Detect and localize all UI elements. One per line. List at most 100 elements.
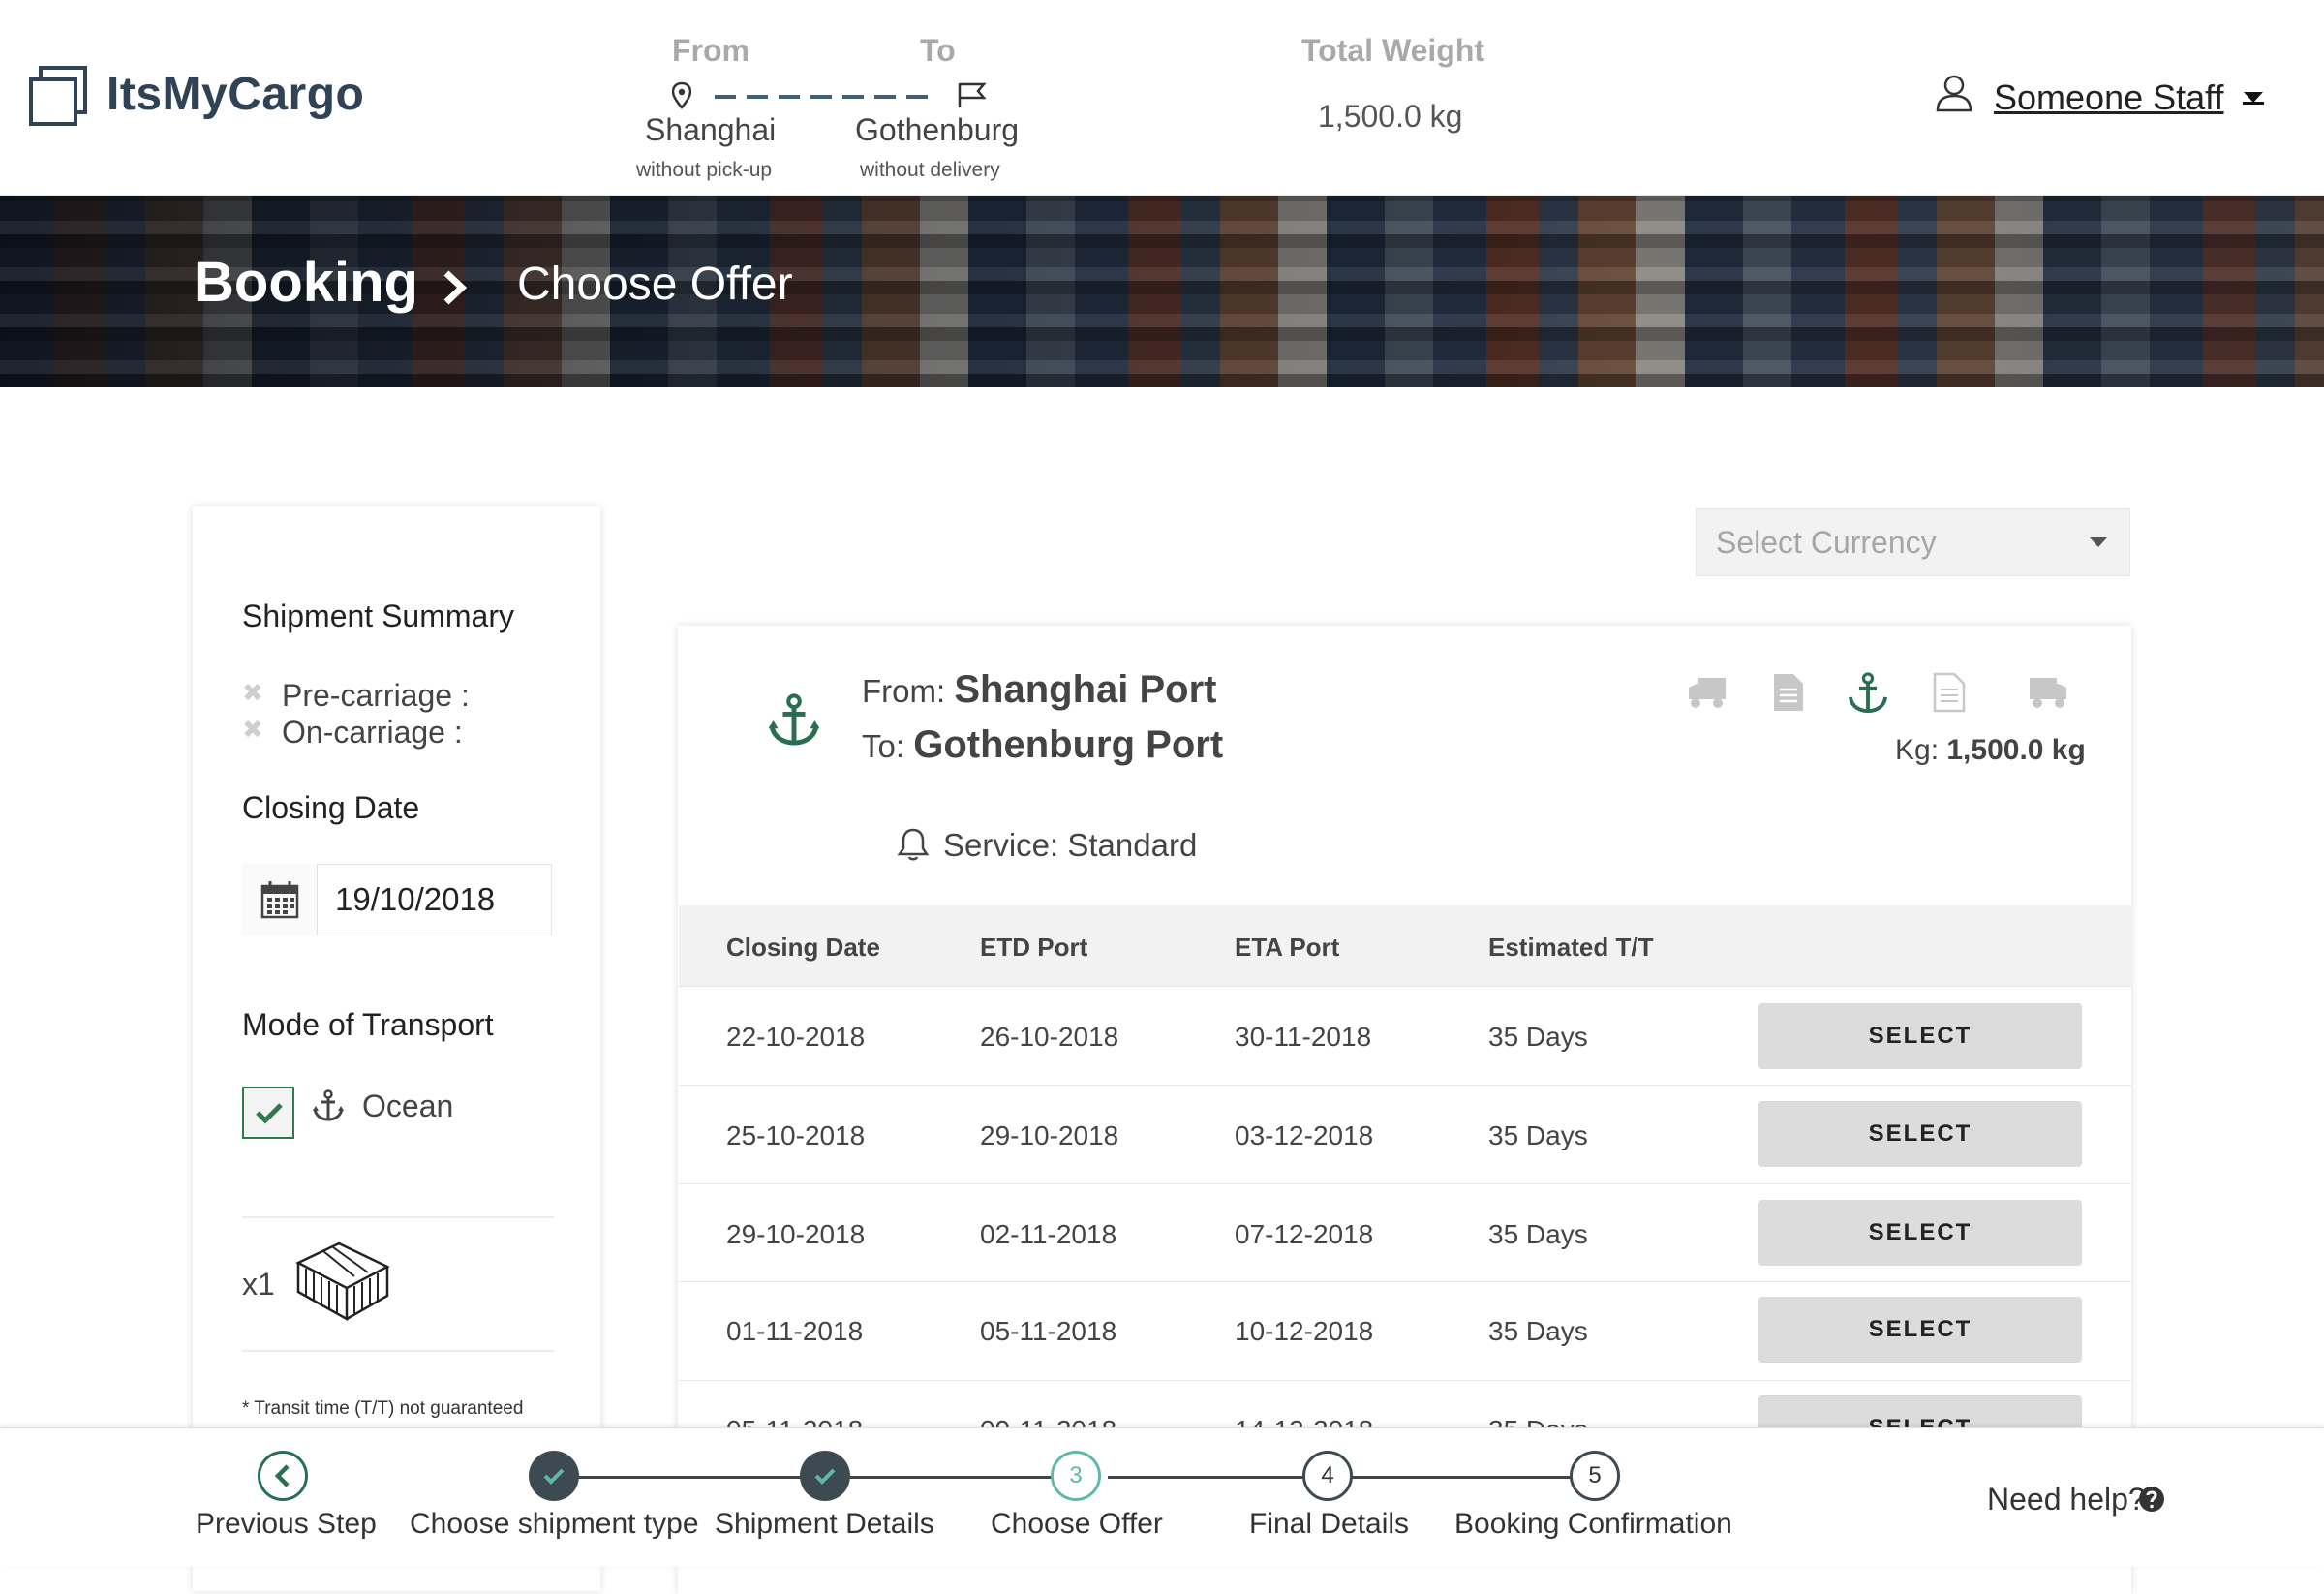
check-icon	[543, 1468, 565, 1485]
step-number: 4	[1321, 1462, 1334, 1488]
anchor-icon	[768, 693, 820, 746]
ocean-checkbox[interactable]	[242, 1087, 294, 1139]
select-offer-button[interactable]: SELECT	[1758, 1101, 2082, 1167]
currency-placeholder[interactable]: Select Currency	[1716, 525, 1937, 561]
select-offer-button[interactable]: SELECT	[1758, 1297, 2082, 1363]
chevron-left-icon	[274, 1464, 290, 1487]
cell-tt: 35 Days	[1488, 1120, 1588, 1150]
from-note: without pick-up	[636, 159, 773, 181]
cell-eta: 10-12-2018	[1235, 1316, 1374, 1346]
offer-to: To: Gothenburg Port	[862, 723, 1223, 767]
flag-icon	[958, 82, 987, 107]
step-label: Final Details	[1249, 1508, 1410, 1540]
select-offer-button[interactable]: SELECT	[1758, 1200, 2082, 1266]
total-weight-label: Total Weight	[1301, 33, 1485, 68]
row-divider	[679, 1183, 2131, 1184]
from-prefix: From:	[862, 673, 946, 709]
step-label[interactable]: Choose shipment type	[410, 1508, 699, 1541]
cell-closing: 29-10-2018	[726, 1219, 866, 1249]
cell-tt: 35 Days	[1488, 1219, 1588, 1249]
divider	[242, 1216, 554, 1218]
caret-down-icon[interactable]	[2243, 91, 2264, 105]
cell-tt: 35 Days	[1488, 1022, 1588, 1052]
previous-step-button[interactable]	[258, 1451, 308, 1501]
logo-text[interactable]: ItsMyCargo	[107, 68, 364, 121]
truck-icon	[1689, 678, 1726, 708]
close-icon: ✖	[242, 715, 263, 744]
divider	[242, 1350, 554, 1352]
row-divider	[679, 1085, 2131, 1086]
check-icon	[814, 1468, 836, 1485]
breadcrumb-choose-offer: Choose Offer	[517, 259, 793, 310]
cell-etd: 05-11-2018	[980, 1316, 1117, 1346]
anchor-icon	[1848, 672, 1888, 714]
from-city: Shanghai	[645, 112, 777, 147]
help-icon[interactable]	[2138, 1486, 2165, 1513]
step-connector	[579, 1476, 821, 1479]
cell-closing: 22-10-2018	[726, 1022, 866, 1052]
cell-etd: 29-10-2018	[980, 1120, 1119, 1150]
top-header: ItsMyCargo From To Shanghai Gothenburg w…	[0, 0, 2324, 196]
from-port: Shanghai Port	[954, 668, 1217, 711]
step-connector	[1108, 1476, 1311, 1479]
to-port: Gothenburg Port	[913, 723, 1224, 766]
dropdown-caret-icon[interactable]	[2089, 536, 2108, 548]
step-connector	[850, 1476, 1079, 1479]
cell-eta: 30-11-2018	[1235, 1022, 1372, 1052]
document-outline-icon	[1933, 672, 1966, 713]
step-shipment-details[interactable]	[800, 1451, 850, 1501]
document-icon	[1774, 674, 1803, 711]
step-final-details: 4	[1302, 1451, 1353, 1501]
summary-title: Shipment Summary	[242, 598, 514, 633]
service-level: Service: Standard	[943, 827, 1198, 863]
step-booking-confirmation: 5	[1570, 1451, 1620, 1501]
cell-closing: 01-11-2018	[726, 1316, 864, 1346]
col-eta-port: ETA Port	[1235, 933, 1340, 962]
previous-step-label[interactable]: Previous Step	[196, 1508, 377, 1541]
cell-tt: 35 Days	[1488, 1316, 1588, 1346]
cell-etd: 26-10-2018	[980, 1022, 1119, 1052]
kg-prefix: Kg:	[1895, 734, 1940, 766]
to-note: without delivery	[860, 159, 1000, 181]
user-icon	[1936, 75, 1972, 112]
bell-icon	[897, 828, 930, 861]
pre-carriage: Pre-carriage :	[282, 678, 470, 713]
step-choose-offer: 3	[1051, 1451, 1101, 1501]
select-offer-button[interactable]: SELECT	[1758, 1003, 2082, 1069]
truck-icon	[2030, 678, 2066, 708]
chevron-right-icon	[443, 270, 468, 305]
step-connector	[1340, 1476, 1596, 1479]
map-pin-icon	[672, 81, 691, 109]
transit-disclaimer: * Transit time (T/T) not guaranteed	[242, 1398, 524, 1419]
col-etd-port: ETD Port	[980, 933, 1088, 962]
step-label: Choose Offer	[991, 1508, 1163, 1540]
close-icon: ✖	[242, 678, 263, 707]
closing-date-title: Closing Date	[242, 790, 420, 825]
need-help-link[interactable]: Need help?	[1987, 1482, 2146, 1517]
closing-date-value[interactable]: 19/10/2018	[335, 881, 495, 918]
cell-eta: 07-12-2018	[1235, 1219, 1374, 1249]
step-number: 3	[1069, 1462, 1083, 1488]
to-prefix: To:	[862, 728, 905, 764]
calendar-icon-cell[interactable]	[242, 864, 318, 935]
offer-weight: Kg: 1,500.0 kg	[1895, 734, 2086, 767]
calendar-icon	[260, 881, 299, 919]
route-dashed-line	[715, 95, 930, 99]
col-closing-date: Closing Date	[726, 933, 880, 962]
breadcrumb-booking: Booking	[194, 251, 418, 314]
on-carriage: On-carriage :	[282, 715, 463, 750]
mode-of-transport-title: Mode of Transport	[242, 1007, 494, 1042]
col-estimated-tt: Estimated T/T	[1488, 933, 1654, 962]
booking-stepper	[0, 1427, 2324, 1567]
to-city: Gothenburg	[855, 112, 1020, 147]
logo-icon	[29, 66, 87, 126]
row-divider	[679, 1380, 2131, 1381]
cargo-quantity: x1	[242, 1267, 275, 1302]
user-menu[interactable]: Someone Staff	[1994, 77, 2224, 118]
to-label: To	[920, 33, 956, 68]
step-choose-shipment-type[interactable]	[529, 1451, 579, 1501]
step-label[interactable]: Shipment Details	[715, 1508, 934, 1541]
cell-eta: 03-12-2018	[1235, 1120, 1374, 1150]
container-icon	[295, 1241, 390, 1322]
cell-closing: 25-10-2018	[726, 1120, 866, 1150]
